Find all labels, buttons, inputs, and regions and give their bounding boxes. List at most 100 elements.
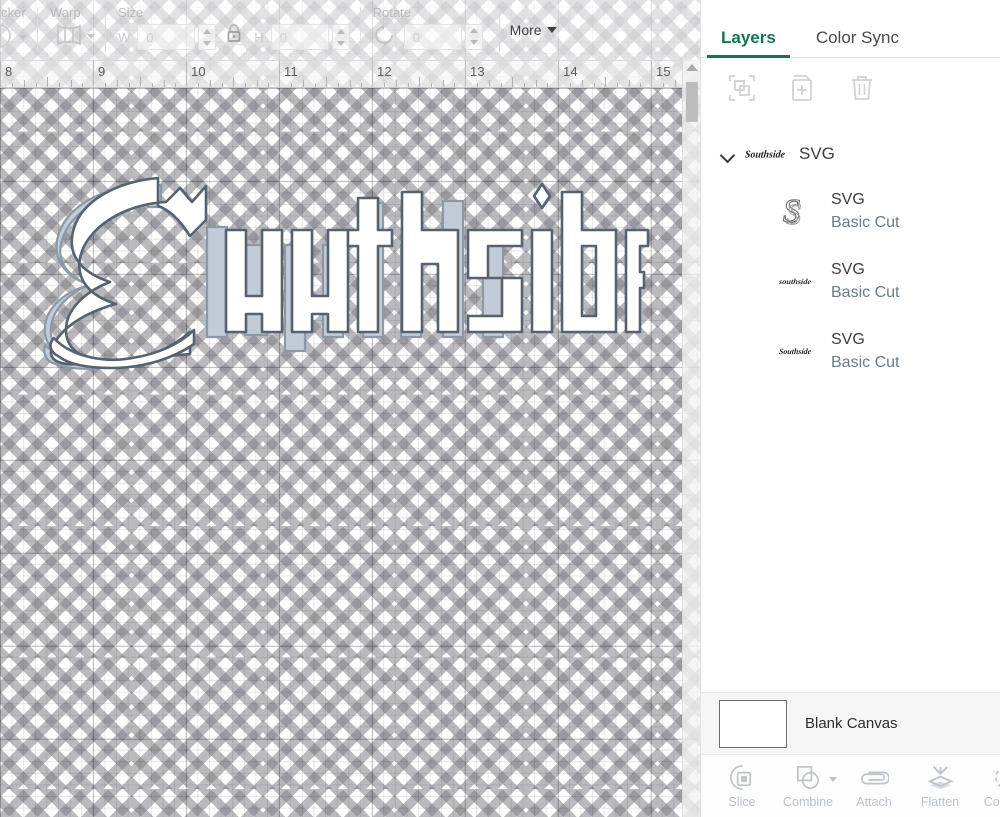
chevron-down-icon xyxy=(87,34,95,39)
canvas-row[interactable]: Blank Canvas xyxy=(701,692,1000,754)
rotate-input[interactable]: 0 xyxy=(403,23,462,50)
lock-icon xyxy=(225,23,243,43)
contour-button[interactable]: Contour xyxy=(973,764,1000,809)
toolbar-group-sticker[interactable]: Sticker xyxy=(0,1,27,59)
tab-layers[interactable]: Layers xyxy=(707,28,790,58)
layer-text: SVG Basic Cut xyxy=(831,260,899,303)
warp-icon xyxy=(54,23,84,50)
combine-button[interactable]: Combine xyxy=(775,764,841,809)
duplicate-button[interactable] xyxy=(789,75,815,101)
attach-button[interactable]: Attach xyxy=(841,764,907,809)
height-letter: H xyxy=(254,29,264,45)
ruler-mark: 9 xyxy=(98,64,106,79)
layer-group-thumbnail: Southside xyxy=(745,144,789,164)
more-button[interactable]: More xyxy=(510,22,557,38)
layer-row[interactable]: Southside SVG Basic Cut xyxy=(701,316,1000,386)
warp-button[interactable] xyxy=(54,23,95,50)
flatten-label: Flatten xyxy=(920,794,960,809)
toolbar-divider xyxy=(105,8,106,52)
scroll-up-arrow-icon[interactable] xyxy=(685,64,698,71)
combine-icon xyxy=(795,764,822,792)
chevron-down-icon xyxy=(546,27,557,33)
southside-artwork[interactable]: Southside xyxy=(40,168,650,388)
attach-label: Attach xyxy=(856,794,892,809)
layer-thumbnail: Southside xyxy=(779,342,813,360)
layer-text: SVG Basic Cut xyxy=(831,190,899,233)
design-canvas-area[interactable]: Southside 8 9 10 xyxy=(0,0,700,817)
layer-group-name: SVG xyxy=(799,144,835,163)
svg-text:southside: southside xyxy=(779,277,812,286)
flatten-icon xyxy=(927,764,954,792)
contour-icon xyxy=(993,764,1000,792)
layer-actions-bar[interactable] xyxy=(701,58,1000,118)
object-toolbar[interactable]: Sticker Warp xyxy=(0,0,700,60)
chevron-down-icon xyxy=(19,35,27,40)
width-stepper[interactable] xyxy=(198,24,217,50)
layer-thumbnail: S S xyxy=(779,191,813,231)
tab-color-sync[interactable]: Color Sync xyxy=(816,28,899,57)
ruler-mark: 15 xyxy=(656,64,671,79)
layer-subtitle: Basic Cut xyxy=(831,353,900,371)
ruler-mark: 13 xyxy=(470,64,485,79)
ruler-mark: 14 xyxy=(563,64,578,79)
toolbar-group-warp[interactable]: Warp xyxy=(48,1,95,59)
layer-group-row[interactable]: Southside SVG xyxy=(701,132,1000,176)
canvas-label: Blank Canvas xyxy=(805,715,898,732)
layer-operations-toolbar[interactable]: Slice Combine Attach Flatten Co xyxy=(701,754,1000,817)
chevron-down-icon[interactable] xyxy=(829,776,837,782)
contour-label: Contour xyxy=(983,794,1000,809)
sticker-button[interactable] xyxy=(0,23,27,52)
svg-text:Southside: Southside xyxy=(779,347,812,356)
slice-label: Slice xyxy=(728,794,756,809)
slice-button[interactable]: Slice xyxy=(709,764,775,809)
attach-icon xyxy=(859,764,889,792)
panel-tab-bar[interactable]: Layers Color Sync xyxy=(701,0,1000,58)
layer-title: SVG xyxy=(831,330,865,348)
warp-label: Warp xyxy=(50,5,81,20)
combine-label: Combine xyxy=(782,794,834,809)
layer-subtitle: Basic Cut xyxy=(831,283,900,301)
rotate-stepper[interactable] xyxy=(464,23,483,50)
sticker-icon xyxy=(0,23,16,52)
canvas-viewport[interactable]: Southside xyxy=(0,88,682,817)
flatten-button[interactable]: Flatten xyxy=(907,764,973,809)
ruler-mark: 8 xyxy=(5,64,13,79)
vertical-scroll-thumb[interactable] xyxy=(686,82,698,122)
artwork-main-layer xyxy=(49,176,650,370)
layer-title: SVG xyxy=(831,190,865,208)
toolbar-divider xyxy=(37,8,38,52)
layer-title: SVG xyxy=(831,260,865,278)
layer-row[interactable]: southside SVG Basic Cut xyxy=(701,246,1000,316)
layers-list[interactable]: Southside SVG S S SVG Basic Cut southsid… xyxy=(701,118,1000,692)
toolbar-group-rotate[interactable]: Rotate 0 xyxy=(371,1,483,59)
width-input[interactable]: 0 xyxy=(137,24,196,50)
height-input[interactable]: 0 xyxy=(270,24,329,50)
southside-logo-svg[interactable]: Southside xyxy=(40,168,650,388)
layer-row[interactable]: S S SVG Basic Cut xyxy=(701,176,1000,246)
layer-text: SVG Basic Cut xyxy=(831,330,899,373)
layer-subtitle: Basic Cut xyxy=(831,213,900,231)
chevron-down-icon[interactable] xyxy=(721,147,735,161)
height-stepper[interactable] xyxy=(331,24,350,50)
layers-panel[interactable]: Layers Color Sync Southside SVG S S SVG … xyxy=(700,0,1000,817)
ruler-mark: 10 xyxy=(191,64,206,79)
size-label: Size xyxy=(118,5,144,20)
width-letter: W xyxy=(118,29,131,45)
ruler-mark: 11 xyxy=(284,64,298,79)
sticker-label: Sticker xyxy=(0,5,26,20)
cricut-design-space-window: Southside 8 9 10 xyxy=(0,0,1000,817)
slice-icon xyxy=(729,764,756,792)
horizontal-ruler[interactable]: 8 9 10 11 12 13 14 15 xyxy=(0,60,700,88)
aspect-lock-button[interactable] xyxy=(221,23,248,51)
ruler-mark: 12 xyxy=(377,64,392,79)
svg-text:S: S xyxy=(786,198,801,231)
svg-text:Southside: Southside xyxy=(745,150,786,161)
canvas-color-swatch[interactable] xyxy=(719,699,787,748)
more-label: More xyxy=(509,22,542,38)
delete-button[interactable] xyxy=(849,75,875,101)
group-button[interactable] xyxy=(729,75,755,101)
canvas-vertical-scrollbar[interactable] xyxy=(682,60,700,817)
rotate-icon xyxy=(371,23,397,50)
toolbar-divider xyxy=(498,8,500,52)
toolbar-group-size[interactable]: Size W 0 H 0 xyxy=(116,1,350,59)
